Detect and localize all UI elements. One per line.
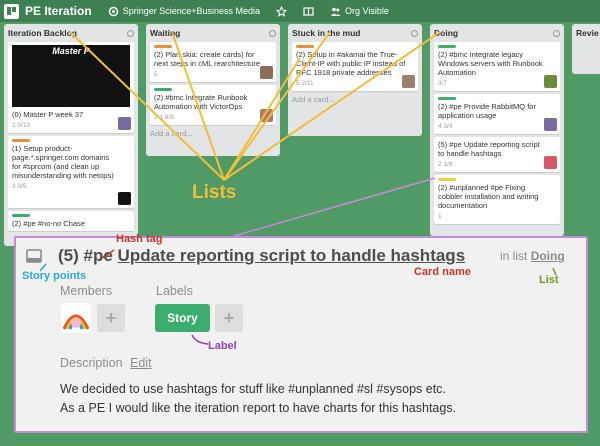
list-annotation: List [539, 274, 559, 286]
hash-tag-annotation: Hash tag [116, 233, 163, 245]
label-annotation: Label [208, 340, 237, 352]
lists-annotation: Lists [192, 182, 237, 203]
story-points-annotation: Story points [22, 270, 87, 282]
detail-annotation-lines [39, 249, 557, 345]
card-detail-panel: (5) #pe Update reporting script to handl… [14, 233, 588, 433]
card-name-annotation: Card name [414, 266, 471, 278]
